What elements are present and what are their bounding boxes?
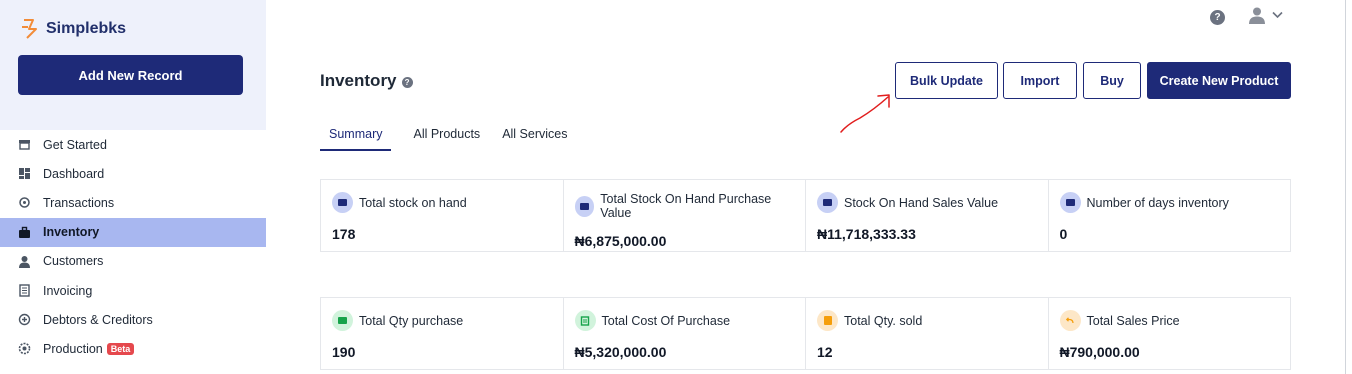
bulk-update-button[interactable]: Bulk Update bbox=[895, 62, 998, 99]
briefcase-icon bbox=[18, 226, 31, 239]
sidebar-item-label: Customers bbox=[43, 254, 104, 269]
stat-card-total-cost-of-purchase: Total Cost Of Purchase ₦5,320,000.00 bbox=[562, 297, 806, 370]
stat-card-sales-value: Stock On Hand Sales Value ₦11,718,333.33 bbox=[805, 179, 1049, 252]
stat-card-total-sales-price: Total Sales Price ₦790,000.00 bbox=[1047, 297, 1291, 370]
avatar-icon bbox=[1249, 7, 1265, 24]
sidebar-item-label: Debtors & Creditors bbox=[43, 312, 153, 327]
sidebar-header: Simplebks Add New Record bbox=[0, 0, 266, 130]
summary-cards-row-2: Total Qty purchase 190 Total Cost Of Pur… bbox=[320, 297, 1291, 370]
scale-icon bbox=[18, 313, 31, 326]
stat-label: Total Sales Price bbox=[1086, 313, 1180, 328]
stat-value: ₦790,000.00 bbox=[1059, 344, 1140, 360]
stat-card-total-stock-on-hand: Total stock on hand 178 bbox=[320, 179, 564, 252]
stat-value: ₦6,875,000.00 bbox=[574, 233, 667, 249]
page-header: Inventory ? bbox=[320, 71, 413, 91]
box-icon bbox=[817, 310, 838, 331]
add-new-record-button[interactable]: Add New Record bbox=[18, 55, 243, 95]
stat-card-days-inventory: Number of days inventory 0 bbox=[1047, 179, 1291, 252]
sidebar-item-transactions[interactable]: Transactions bbox=[0, 188, 266, 217]
factory-icon bbox=[18, 342, 31, 355]
scrollbar-track bbox=[1345, 0, 1346, 374]
logo[interactable]: Simplebks bbox=[20, 18, 126, 40]
exchange-icon bbox=[18, 196, 31, 209]
sidebar-item-get-started[interactable]: Get Started bbox=[0, 130, 266, 159]
stat-label: Number of days inventory bbox=[1086, 195, 1229, 210]
sidebar-item-label: Production bbox=[43, 341, 103, 356]
stat-value: ₦5,320,000.00 bbox=[574, 344, 667, 360]
receipt-icon bbox=[574, 310, 596, 331]
stat-value: ₦11,718,333.33 bbox=[817, 226, 916, 242]
summary-cards-row-1: Total stock on hand 178 Total Stock On H… bbox=[320, 179, 1291, 252]
logo-icon bbox=[22, 19, 37, 39]
create-new-product-button[interactable]: Create New Product bbox=[1147, 62, 1291, 99]
sidebar-item-label: Transactions bbox=[43, 195, 115, 210]
stat-value: 0 bbox=[1059, 226, 1068, 242]
buy-button[interactable]: Buy bbox=[1083, 62, 1141, 99]
beta-badge: Beta bbox=[106, 342, 135, 355]
chevron-down-icon bbox=[1272, 11, 1283, 19]
tab-summary[interactable]: Summary bbox=[320, 121, 392, 151]
user-menu[interactable] bbox=[1248, 6, 1283, 24]
stat-label: Stock On Hand Sales Value bbox=[844, 195, 999, 210]
sidebar-item-label: Invoicing bbox=[43, 283, 93, 298]
sidebar-item-label: Inventory bbox=[43, 225, 100, 240]
sidebar-item-debtors-creditors[interactable]: Debtors & Creditors bbox=[0, 305, 266, 334]
tab-all-products[interactable]: All Products bbox=[413, 121, 480, 151]
stat-label: Total Qty purchase bbox=[359, 313, 464, 328]
sidebar-item-invoicing[interactable]: Invoicing bbox=[0, 276, 266, 305]
sidebar-nav: Get Started Dashboard Transactions Inven… bbox=[0, 130, 266, 364]
page-title: Inventory bbox=[320, 71, 397, 90]
stat-card-total-qty-purchase: Total Qty purchase 190 bbox=[320, 297, 564, 370]
stat-card-purchase-value: Total Stock On Hand Purchase Value ₦6,87… bbox=[562, 179, 806, 252]
sidebar-item-dashboard[interactable]: Dashboard bbox=[0, 159, 266, 188]
sidebar-item-production[interactable]: Production Beta bbox=[0, 334, 266, 363]
sidebar: Simplebks Add New Record Get Started Das… bbox=[0, 0, 266, 374]
dashboard-icon bbox=[18, 167, 31, 180]
import-button[interactable]: Import bbox=[1003, 62, 1077, 99]
annotation-arrow bbox=[840, 94, 890, 133]
user-icon bbox=[18, 255, 31, 268]
cash-icon bbox=[1059, 192, 1081, 213]
cash-icon bbox=[817, 192, 838, 213]
help-icon[interactable]: ? bbox=[1210, 10, 1225, 25]
stat-value: 12 bbox=[817, 344, 833, 360]
stat-label: Total Cost Of Purchase bbox=[601, 313, 731, 328]
tab-all-services[interactable]: All Services bbox=[502, 121, 567, 151]
stat-label: Total stock on hand bbox=[359, 195, 467, 210]
stat-value: 178 bbox=[332, 226, 356, 242]
app-name: Simplebks bbox=[46, 20, 127, 37]
question-icon[interactable]: ? bbox=[401, 76, 413, 88]
cash-icon bbox=[332, 192, 353, 213]
stat-label: Total Qty. sold bbox=[844, 313, 923, 328]
sidebar-item-label: Get Started bbox=[43, 137, 107, 152]
sidebar-item-customers[interactable]: Customers bbox=[0, 247, 266, 276]
return-arrow-icon bbox=[1059, 310, 1081, 331]
invoice-icon bbox=[18, 284, 31, 297]
stat-value: 190 bbox=[332, 344, 356, 360]
sidebar-item-inventory[interactable]: Inventory bbox=[0, 217, 266, 247]
cash-icon bbox=[574, 195, 595, 217]
store-icon bbox=[18, 138, 31, 151]
sidebar-item-label: Dashboard bbox=[43, 166, 105, 181]
tab-bar: Summary All Products All Services bbox=[320, 121, 589, 151]
stat-card-total-qty-sold: Total Qty. sold 12 bbox=[805, 297, 1049, 370]
stat-label: Total Stock On Hand Purchase Value bbox=[600, 192, 772, 220]
banknote-icon bbox=[332, 310, 353, 331]
